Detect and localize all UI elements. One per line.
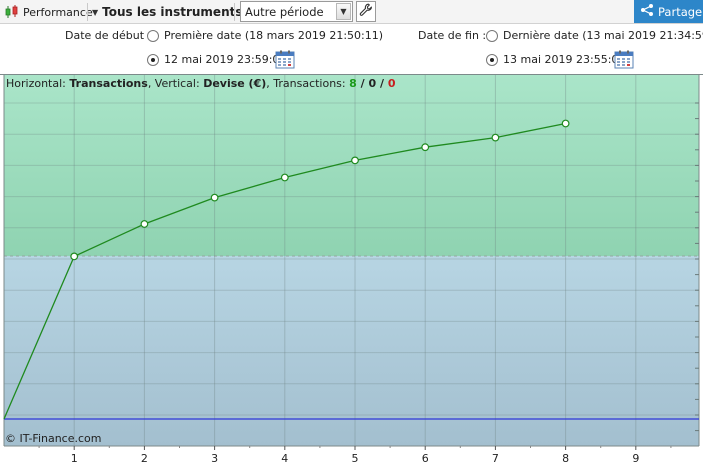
data-point bbox=[561, 119, 570, 128]
data-point bbox=[421, 143, 430, 152]
calendar-icon[interactable] bbox=[275, 50, 295, 69]
calendar-icon[interactable] bbox=[614, 50, 634, 69]
period-select-value: Autre période bbox=[245, 4, 324, 19]
data-point bbox=[280, 173, 289, 182]
chart-info-bar: Horizontal: Transactions, Vertical: Devi… bbox=[6, 77, 395, 90]
performance-chart[interactable]: 1 2 3 4 5 6 7 8 9 Horizontal: Transactions, Vert… bbox=[0, 74, 703, 473]
candlestick-icon bbox=[4, 4, 20, 20]
x-tick-label: 7 bbox=[492, 452, 499, 465]
x-tick-label: 4 bbox=[281, 452, 288, 465]
data-point bbox=[351, 156, 359, 165]
x-tick-label: 3 bbox=[211, 452, 218, 465]
end-last-option[interactable]: Dernière date (13 mai 2019 21:34:59) bbox=[503, 29, 703, 42]
x-tick-label: 5 bbox=[352, 452, 359, 465]
share-button[interactable]: Partager bbox=[634, 0, 703, 23]
tx-count-red: 0 bbox=[387, 77, 396, 90]
data-point bbox=[491, 133, 500, 142]
tx-separator: / bbox=[356, 77, 369, 90]
settings-button[interactable] bbox=[356, 1, 376, 22]
end-custom-value[interactable]: 13 mai 2019 23:55:00 bbox=[503, 53, 625, 66]
toolbar: Performance ▼ Tous les instruments Autre… bbox=[0, 0, 703, 24]
instrument-label: Tous les instruments bbox=[102, 5, 243, 19]
end-last-radio[interactable] bbox=[486, 30, 498, 42]
x-tick-label: 2 bbox=[141, 452, 148, 465]
period-select[interactable]: Autre période ▼ bbox=[240, 1, 353, 22]
start-first-radio[interactable] bbox=[147, 30, 159, 42]
chevron-down-icon[interactable]: ▼ bbox=[336, 3, 351, 20]
performance-menu[interactable]: Performance bbox=[2, 2, 95, 22]
caret-down-icon: ▼ bbox=[92, 7, 99, 17]
performance-label: Performance bbox=[23, 5, 93, 19]
start-custom-value[interactable]: 12 mai 2019 23:59:00 bbox=[164, 53, 286, 66]
instrument-menu[interactable]: ▼ Tous les instruments bbox=[92, 2, 243, 22]
x-tick-label: 8 bbox=[562, 452, 569, 465]
start-custom-radio[interactable] bbox=[147, 54, 159, 66]
negative-zone bbox=[4, 256, 699, 446]
toolbar-divider bbox=[234, 3, 235, 21]
share-icon bbox=[640, 3, 654, 20]
data-point bbox=[210, 193, 219, 202]
start-date-label: Date de début : bbox=[65, 29, 152, 42]
copyright: © IT-Finance.com bbox=[5, 432, 102, 445]
tx-count-green: 8 bbox=[349, 77, 357, 90]
share-label: Partager bbox=[658, 4, 703, 19]
x-tick-label: 6 bbox=[422, 452, 429, 465]
x-tick-label: 9 bbox=[632, 452, 639, 465]
x-tick-label: 1 bbox=[71, 452, 78, 465]
end-custom-radio[interactable] bbox=[486, 54, 498, 66]
toolbar-divider bbox=[87, 3, 88, 21]
data-point bbox=[70, 252, 79, 261]
tx-separator: / bbox=[376, 77, 388, 90]
start-first-option[interactable]: Première date (18 mars 2019 21:50:11) bbox=[164, 29, 383, 42]
tx-count-neutral: 0 bbox=[368, 77, 377, 90]
end-date-label: Date de fin : bbox=[418, 29, 487, 42]
horizontal-value: Transactions bbox=[69, 77, 148, 90]
vertical-prefix: , Vertical: bbox=[147, 77, 204, 90]
data-point bbox=[140, 220, 149, 228]
chart-canvas: 1 2 3 4 5 6 7 8 9 bbox=[0, 74, 703, 465]
wrench-icon bbox=[359, 3, 373, 20]
vertical-value: Devise (€) bbox=[203, 77, 267, 90]
transactions-prefix: , Transactions: bbox=[266, 77, 350, 90]
horizontal-prefix: Horizontal: bbox=[6, 77, 70, 90]
